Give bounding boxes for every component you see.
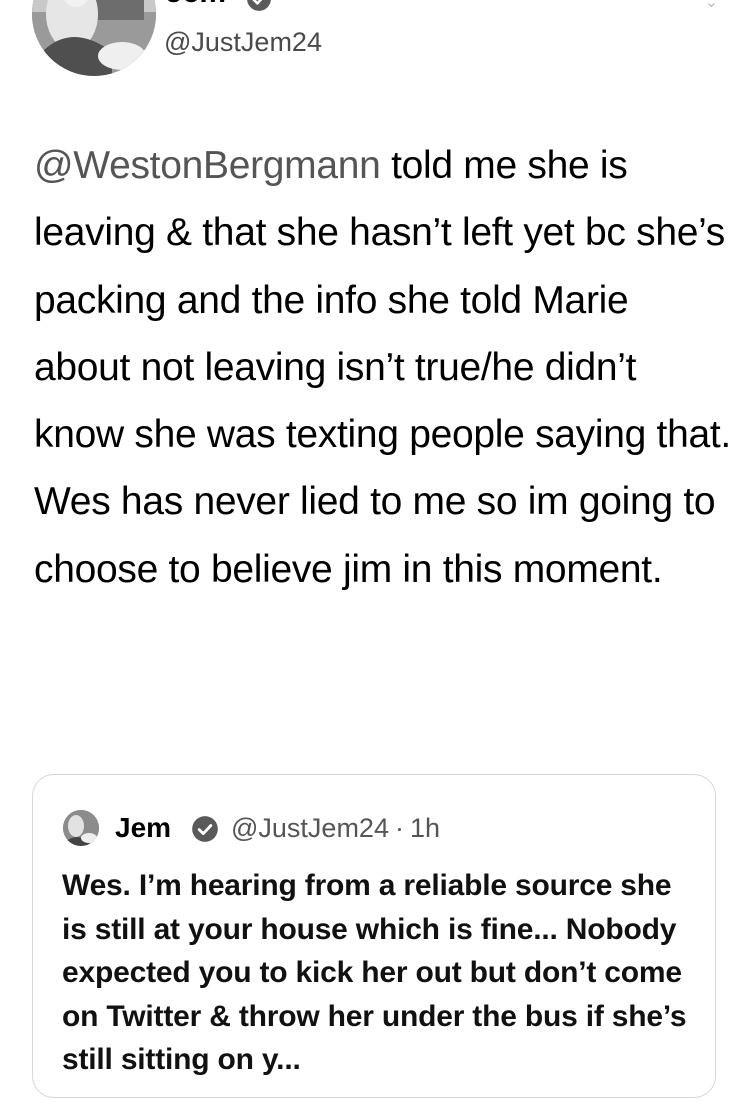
tweet-body: told me she is leaving & that she hasn’t… xyxy=(34,144,731,591)
more-options-icon[interactable]: ⌄ xyxy=(705,0,718,12)
author-handle[interactable]: @JustJem24 xyxy=(164,26,322,58)
quoted-tweet-text: Wes. I’m hearing from a reliable source … xyxy=(62,869,687,1077)
meta-separator: · xyxy=(394,813,404,843)
verified-badge-icon xyxy=(247,0,271,11)
tweet-header: Jem @JustJem24 ⌄ xyxy=(0,0,750,100)
tweet-text: @WestonBergmann told me she is leaving &… xyxy=(34,132,734,603)
quoted-meta: @JustJem24 · 1h xyxy=(231,811,440,845)
quoted-author-avatar xyxy=(63,810,99,846)
author-avatar[interactable] xyxy=(32,0,156,76)
quoted-display-name: Jem xyxy=(115,812,172,843)
quoted-avatar-image xyxy=(63,810,99,846)
quoted-handle: @JustJem24 xyxy=(231,813,389,843)
avatar-image xyxy=(32,0,156,76)
mention-link[interactable]: @WestonBergmann xyxy=(34,144,381,187)
author-display-name[interactable]: Jem xyxy=(166,0,226,8)
quoted-time: 1h xyxy=(409,813,441,843)
quoted-tweet-card[interactable]: Jem @JustJem24 · 1h Wes. I’m hearing from … xyxy=(32,774,716,1098)
quoted-verified-badge-icon xyxy=(192,816,218,842)
